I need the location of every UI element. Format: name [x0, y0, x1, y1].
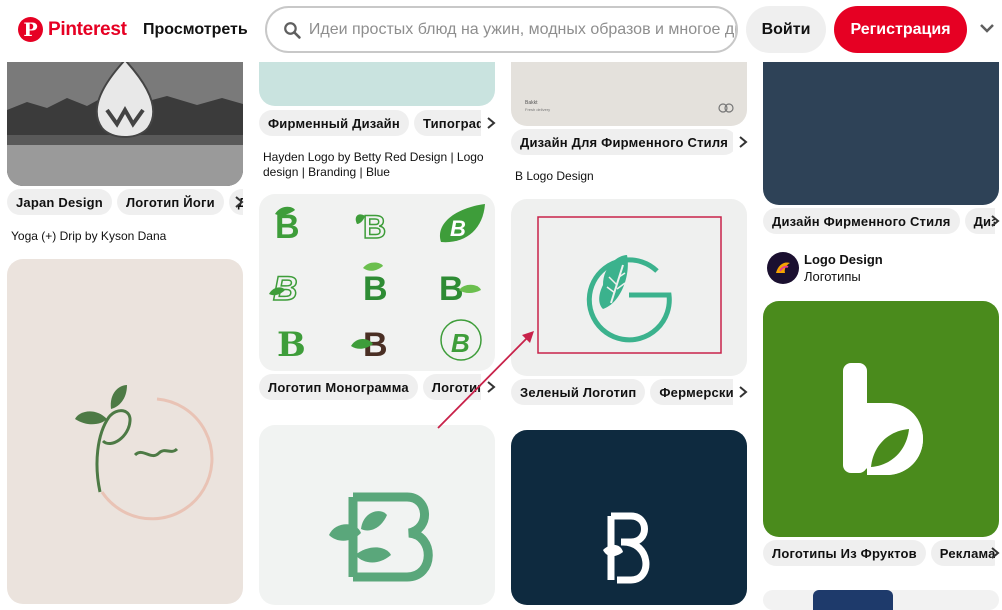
pin-image-next[interactable]	[763, 590, 999, 610]
pin-tags: Логотипы Из Фруктов Реклама	[763, 540, 995, 566]
tag-chip[interactable]: Логотипы Из Фруктов	[763, 540, 926, 566]
search-bar[interactable]	[265, 6, 738, 53]
b-dark-art	[603, 512, 650, 584]
login-button[interactable]: Войти	[746, 6, 826, 53]
pin-title[interactable]: B Logo Design	[515, 169, 743, 184]
tag-chip[interactable]: Japan Design	[7, 189, 112, 215]
search-icon	[284, 21, 301, 39]
mockup-mark	[718, 103, 734, 113]
pin-image-b-dark[interactable]	[511, 430, 747, 605]
svg-text:B: B	[363, 270, 388, 308]
pin-image-g-leaf-logo[interactable]	[511, 199, 747, 376]
search-input[interactable]	[308, 20, 736, 39]
pin-title[interactable]: Yoga (+) Drip by Kyson Dana	[11, 229, 241, 244]
svg-text:B: B	[450, 216, 466, 241]
tag-chip[interactable]: Логотип Монограмма	[259, 374, 418, 400]
g-leaf-art	[537, 216, 722, 354]
board-subtitle[interactable]: Логотипы	[804, 269, 883, 284]
pin-image-b-leaf-logo[interactable]	[259, 425, 495, 605]
tag-chip[interactable]: Фермерский	[650, 379, 733, 405]
brand-name: Pinterest	[48, 18, 127, 40]
pin-tags: Фирменный Дизайн Типографика	[259, 110, 481, 136]
pin-image-brand-style[interactable]	[763, 40, 999, 205]
bird-icon	[776, 262, 790, 273]
chevron-right-icon[interactable]	[988, 546, 1002, 560]
chevron-right-icon[interactable]	[232, 195, 246, 209]
pin-tags: Дизайн Фирменного Стиля Дизайн	[763, 208, 995, 234]
pin-image-b-fruit-logo[interactable]	[763, 301, 999, 537]
svg-text:B: B	[363, 209, 386, 245]
tag-chip[interactable]: Дизайн Фирменного Стиля	[763, 208, 960, 234]
arrow-annotation-icon	[437, 331, 534, 429]
mockup-text-2: Fresh delivery	[525, 107, 551, 112]
pin-tags: Дизайн Для Фирменного Стиля	[511, 129, 733, 155]
board-info[interactable]: Logo Design Логотипы	[767, 252, 883, 284]
tag-chip[interactable]: Дизайн Для Фирменного Стиля	[511, 129, 733, 155]
tag-chip[interactable]: Реклама	[930, 540, 995, 566]
chevron-right-icon[interactable]	[736, 385, 750, 399]
mockup-text-1: Bakkt	[525, 100, 538, 106]
yoga-logo-art	[75, 385, 214, 521]
signup-button[interactable]: Регистрация	[834, 6, 967, 53]
top-header: P Pinterest Просмотреть Войти Регистраци…	[0, 0, 1002, 62]
pinterest-logo[interactable]: P Pinterest	[18, 17, 127, 42]
board-avatar	[767, 252, 799, 284]
svg-text:B: B	[277, 325, 306, 365]
tag-chip[interactable]: Типографика	[413, 110, 481, 136]
tag-chip[interactable]: Логотип Йоги	[116, 189, 224, 215]
tag-chip[interactable]: Фирменный Дизайн	[259, 110, 409, 136]
chevron-right-icon[interactable]	[484, 116, 498, 130]
chevron-right-icon[interactable]	[988, 214, 1002, 228]
b-fruit-art	[843, 363, 923, 475]
b-leaf-art	[329, 492, 433, 582]
pin-tags: Зеленый Логотип Фермерский	[511, 379, 733, 405]
chevron-right-icon[interactable]	[736, 135, 750, 149]
board-name[interactable]: Logo Design	[804, 252, 883, 267]
pin-tags: Japan Design Логотип Йоги Д	[7, 189, 243, 215]
pinterest-logo-icon: P	[18, 17, 43, 42]
chevron-down-icon[interactable]	[977, 18, 997, 38]
browse-link[interactable]: Просмотреть	[143, 21, 248, 39]
pin-image-yoga-logo[interactable]	[7, 259, 243, 604]
next-pin-shape	[813, 590, 893, 610]
pin-title[interactable]: Hayden Logo by Betty Red Design | Logo d…	[263, 150, 491, 180]
